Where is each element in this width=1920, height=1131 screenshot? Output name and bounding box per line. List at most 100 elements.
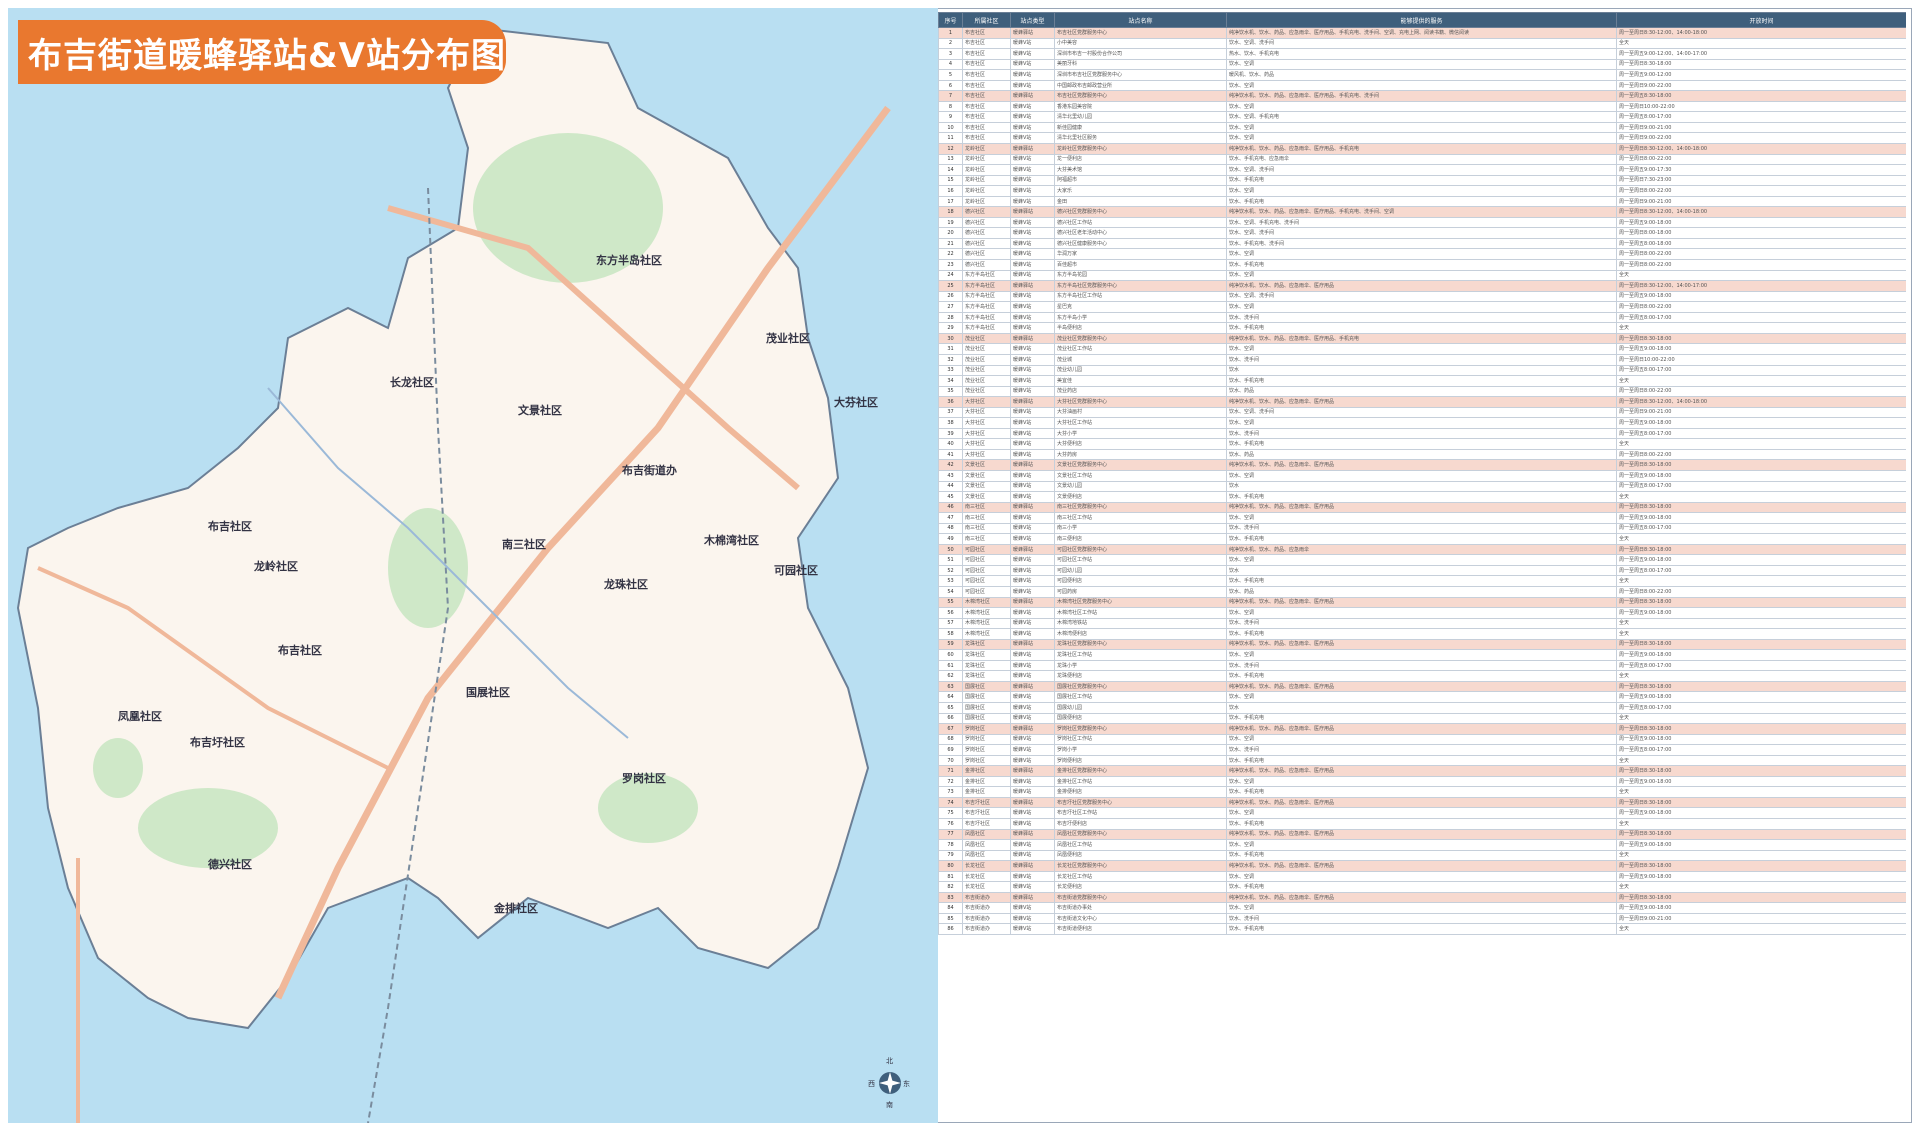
table-cell: 23 xyxy=(938,259,963,271)
table-cell: 国展社区 xyxy=(962,712,1011,725)
table-cell: 周一至周日8:30-18:00 xyxy=(1616,891,1906,904)
table-cell: 64 xyxy=(938,691,963,703)
table-cell: 饮水、空调 xyxy=(1226,691,1617,703)
table-cell: 布吉街道办事处 xyxy=(1054,902,1227,914)
table-row: 7 布吉社区 暖蜂驿站 布吉社区党群服务中心 纯净饮水机、饮水、药品、应急雨伞、医疗用品… xyxy=(938,90,1906,102)
table-cell: 纯净饮水机、饮水、药品、应急雨伞、医疗用品、手机充电、洗手间 xyxy=(1226,90,1617,102)
table-cell: 周一至周日8:30-12:00、14:00-18:00 xyxy=(1616,396,1906,408)
table-row: 32 茂业社区 暖蜂V站 茂业城 饮水、洗手间 周一至周日10:00-22:00 xyxy=(938,353,1906,366)
table-cell: 东方半岛花园 xyxy=(1054,269,1227,282)
table-cell: 大芬社区 xyxy=(962,417,1011,429)
table-cell: 全天 xyxy=(1616,375,1906,387)
table-cell: 纯净饮水机、饮水、药品、应急雨伞、医疗用品 xyxy=(1226,596,1617,609)
table-cell: 龙岭社区 xyxy=(962,185,1011,197)
table-cell: 木棉湾社区 xyxy=(962,617,1011,630)
table-cell: 58 xyxy=(938,628,963,640)
table-cell: 暖蜂驿站 xyxy=(1010,459,1055,471)
table-cell: 南三社区党群服务中心 xyxy=(1054,501,1227,514)
table-cell: 小中美容 xyxy=(1054,37,1227,50)
table-cell: 周一至周五9:00-18:00 xyxy=(1616,870,1906,883)
table-cell: 南三小学 xyxy=(1054,522,1227,535)
table-cell: 饮水、洗手间 xyxy=(1226,353,1617,366)
table-cell: 周一至周日8:30-12:00、14:00-17:00 xyxy=(1616,280,1906,292)
table-cell: 饮水、空调 xyxy=(1226,733,1617,746)
table-cell: 饮水、洗手间 xyxy=(1226,912,1617,925)
table-cell: 饮水、药品 xyxy=(1226,448,1617,461)
table-cell: 茂业社区工作站 xyxy=(1054,343,1227,355)
table-row: 18 德兴社区 暖蜂驿站 德兴社区党群服务中心 纯净饮水机、饮水、药品、应急雨伞、医疗用… xyxy=(938,206,1906,218)
column-header: 所属社区 xyxy=(962,12,1011,28)
table-cell: 29 xyxy=(938,322,963,334)
district-label: 大芬社区 xyxy=(834,396,878,409)
table-cell: 饮水、洗手间 xyxy=(1226,617,1617,630)
district-map[interactable]: 布吉街道暖蜂驿站&V站分布图 东方半岛社区 茂业社区 长龙社区 文景社区 大芬社… xyxy=(8,8,938,1123)
table-cell: 德兴社区 xyxy=(962,216,1011,229)
compass-east: 东 xyxy=(903,1080,910,1088)
table-row: 5 布吉社区 暖蜂V站 深圳市布吉社区党群服务中心 暖风机、饮水、药品 周一至周五9:00… xyxy=(938,69,1906,81)
table-cell: 74 xyxy=(938,796,963,809)
table-cell: 暖蜂V站 xyxy=(1010,153,1055,166)
table-cell: 60 xyxy=(938,649,963,661)
table-cell: 南三社区工作站 xyxy=(1054,512,1227,524)
table-cell: 暖蜂V站 xyxy=(1010,628,1055,640)
table-row: 85 布吉街道办 暖蜂V站 布吉街道文化中心 饮水、洗手间 周一至周日9:00-21:00 xyxy=(938,912,1906,925)
table-cell: 饮水、空调 xyxy=(1226,554,1617,566)
table-cell: 大芬社区 xyxy=(962,396,1011,408)
table-cell: 48 xyxy=(938,522,963,535)
table-cell: 可园社区 xyxy=(962,554,1011,566)
table-cell: 龙珠社区 xyxy=(962,670,1011,682)
table-cell: 暖蜂驿站 xyxy=(1010,280,1055,292)
table-cell: 4 xyxy=(938,58,963,71)
table-cell: 饮水、手机充电 xyxy=(1226,923,1617,936)
table-cell: 布吉社区党群服务中心 xyxy=(1054,27,1227,39)
table-cell: 布吉街道办 xyxy=(962,902,1011,914)
table-cell: 周一至周五8:00-17:00 xyxy=(1616,522,1906,535)
table-cell: 68 xyxy=(938,733,963,746)
compass-north: 北 xyxy=(886,1057,893,1065)
table-cell: 德兴社区 xyxy=(962,248,1011,261)
table-cell: 暖蜂V站 xyxy=(1010,839,1055,851)
table-row: 15 龙岭社区 暖蜂V站 阿福超市 饮水、手机充电 周一至周日7:30-23:00 xyxy=(938,174,1906,187)
table-cell: 布吉社区 xyxy=(962,27,1011,39)
table-cell: 暖蜂驿站 xyxy=(1010,543,1055,556)
table-cell: 暖蜂驿站 xyxy=(1010,680,1055,693)
table-row: 11 布吉社区 暖蜂V站 清华北里社区服务 饮水、空调 周一至周日9:00-22:00 xyxy=(938,132,1906,144)
table-cell: 罗岗社区 xyxy=(962,744,1011,756)
station-table-panel[interactable]: 序号 所属社区 站点类型 站点名称 能够提供的服务 开放时间 1 布吉社区 暖蜂驿站… xyxy=(938,12,1906,1119)
table-cell: 周一至周五9:00-18:00 xyxy=(1616,607,1906,619)
table-cell: 大芬社区工作站 xyxy=(1054,417,1227,429)
table-cell: 全天 xyxy=(1616,818,1906,830)
table-cell: 全天 xyxy=(1616,881,1906,893)
table-cell: 饮水、手机充电 xyxy=(1226,818,1617,830)
table-row: 61 龙珠社区 暖蜂V站 龙珠小学 饮水、洗手间 周一至周五8:00-17:00 xyxy=(938,659,1906,672)
table-cell: 饮水、手机充电、洗手间 xyxy=(1226,237,1617,250)
table-cell: 布吉社区 xyxy=(962,111,1011,123)
table-cell: 文景社区 xyxy=(962,469,1011,482)
table-cell: 全天 xyxy=(1616,670,1906,682)
table-cell: 暖蜂V站 xyxy=(1010,269,1055,282)
table-cell: 布吉圩便利店 xyxy=(1054,818,1227,830)
table-cell: 周一至周五8:00-17:00 xyxy=(1616,427,1906,440)
table-cell: 暖蜂V站 xyxy=(1010,216,1055,229)
table-cell: 龙岭社区 xyxy=(962,153,1011,166)
table-cell: 54 xyxy=(938,586,963,598)
table-cell: 饮水、手机充电 xyxy=(1226,491,1617,503)
district-label: 茂业社区 xyxy=(766,332,810,345)
table-cell: 暖蜂V站 xyxy=(1010,353,1055,366)
compass: 北 南 西 东 xyxy=(868,1057,910,1109)
table-cell: 暖蜂V站 xyxy=(1010,237,1055,250)
table-row: 62 龙珠社区 暖蜂V站 龙珠便利店 饮水、手机充电 全天 xyxy=(938,670,1906,682)
district-label: 布吉社区 xyxy=(208,520,252,533)
table-cell: 周一至周日9:00-22:00 xyxy=(1616,79,1906,92)
table-row: 30 茂业社区 暖蜂驿站 茂业社区党群服务中心 纯净饮水机、饮水、药品、应急雨伞、医疗用… xyxy=(938,332,1906,345)
table-cell: 纯净饮水机、饮水、药品、应急雨伞、医疗用品 xyxy=(1226,459,1617,471)
table-cell: 全天 xyxy=(1616,37,1906,50)
table-cell: 深圳市布吉一村股份合作公司 xyxy=(1054,48,1227,60)
table-row: 41 大芬社区 暖蜂V站 大芬药房 饮水、药品 周一至周日8:00-22:00 xyxy=(938,448,1906,461)
table-cell: 凤凰社区 xyxy=(962,849,1011,862)
table-cell: 暖风机、饮水、药品 xyxy=(1226,69,1617,81)
table-cell: 20 xyxy=(938,227,963,239)
table-cell: 茂业社区 xyxy=(962,353,1011,366)
table-cell: 饮水、手机充电 xyxy=(1226,849,1617,862)
table-cell: 22 xyxy=(938,248,963,261)
